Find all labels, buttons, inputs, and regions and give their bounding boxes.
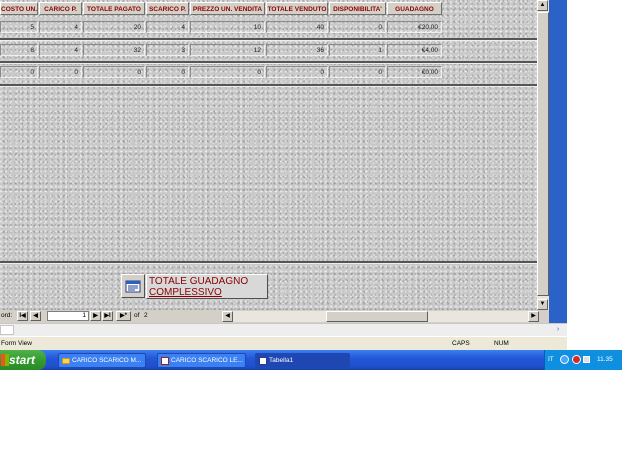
- new-record-button[interactable]: ▶*: [116, 311, 131, 321]
- outer-horizontal-scrollbar[interactable]: ›: [0, 323, 567, 337]
- form-footer-separator: [0, 261, 537, 264]
- total-profit-button[interactable]: [121, 274, 145, 298]
- costo-un-field[interactable]: 8: [0, 44, 38, 56]
- form-detail-area: COSTO UN. CARICO P. TOTALE PAGATO SCARIC…: [0, 0, 537, 310]
- prezzo-un-vendita-field[interactable]: 12: [190, 44, 265, 56]
- folder-icon: [62, 358, 70, 364]
- costo-un-field[interactable]: 5: [0, 21, 38, 33]
- column-header-scarico-p: SCARICO P.: [146, 2, 189, 15]
- system-tray: IT 11.35: [544, 350, 622, 370]
- window-frame-edge: [549, 0, 567, 336]
- form-icon: [259, 357, 267, 365]
- column-header-totale-pagato: TOTALE PAGATO: [83, 2, 145, 15]
- scroll-down-button[interactable]: ▼: [537, 299, 548, 310]
- previous-record-button[interactable]: ◀: [30, 311, 41, 321]
- scrollbar-thumb[interactable]: [537, 12, 549, 296]
- totale-pagato-field[interactable]: 32: [83, 44, 145, 56]
- costo-un-field[interactable]: 0: [0, 66, 38, 78]
- scarico-p-field[interactable]: 0: [146, 66, 189, 78]
- num-indicator: NUM: [494, 340, 509, 347]
- column-header-totale-venduto: TOTALE VENDUTO: [266, 2, 328, 15]
- form-icon: [125, 280, 141, 293]
- volume-icon[interactable]: [583, 356, 590, 363]
- record-navigation-bar: ord: I◀ ◀ 1 ▶ ▶I ▶* of 2 ◀ ▶: [0, 310, 549, 323]
- status-view-label: Form View: [1, 340, 32, 347]
- record-of-label: of: [134, 312, 140, 319]
- scarico-p-field[interactable]: 4: [146, 21, 189, 33]
- record-label: ord:: [1, 312, 13, 319]
- totale-pagato-field[interactable]: 0: [83, 66, 145, 78]
- carico-p-field[interactable]: 0: [39, 66, 82, 78]
- column-header-guadagno: GUADAGNO: [387, 2, 442, 15]
- security-alert-icon[interactable]: [572, 355, 581, 364]
- outer-scrollbar-thumb[interactable]: [0, 325, 14, 335]
- totale-venduto-field[interactable]: 36: [266, 44, 328, 56]
- windows-logo-icon: [1, 354, 9, 366]
- guadagno-field[interactable]: €4,00: [387, 44, 442, 56]
- column-header-disponibilita: DISPONIBILITA': [329, 2, 386, 15]
- taskbar-item-folder[interactable]: CARICO SCARICO M...: [58, 353, 146, 368]
- last-record-button[interactable]: ▶I: [102, 311, 113, 321]
- database-icon: [161, 357, 169, 365]
- column-header-carico-p: CARICO P.: [39, 2, 82, 15]
- taskbar: start CARICO SCARICO M... CARICO SCARICO…: [0, 350, 622, 370]
- column-header-prezzo-un-vendita: PREZZO UN. VENDITA: [190, 2, 265, 15]
- caps-indicator: CAPS: [452, 340, 470, 347]
- language-indicator[interactable]: IT: [548, 350, 554, 370]
- horizontal-scrollbar[interactable]: ◀ ▶: [222, 311, 539, 322]
- guadagno-field[interactable]: €0,00: [387, 66, 442, 78]
- totale-venduto-field[interactable]: 0: [266, 66, 328, 78]
- next-record-button[interactable]: ▶: [90, 311, 101, 321]
- disponibilita-field[interactable]: 0: [329, 66, 386, 78]
- prezzo-un-vendita-field[interactable]: 0: [190, 66, 265, 78]
- row-separator: [0, 38, 537, 41]
- guadagno-field[interactable]: €20,00: [387, 21, 442, 33]
- disponibilita-field[interactable]: 1: [329, 44, 386, 56]
- prezzo-un-vendita-field[interactable]: 10: [190, 21, 265, 33]
- record-number-input[interactable]: 1: [47, 311, 89, 321]
- outer-scroll-right-button[interactable]: ›: [552, 325, 564, 335]
- network-icon[interactable]: [560, 355, 569, 364]
- horizontal-scrollbar-thumb[interactable]: [326, 311, 428, 322]
- totale-venduto-field[interactable]: 40: [266, 21, 328, 33]
- start-button[interactable]: start: [0, 350, 46, 370]
- total-profit-label[interactable]: TOTALE GUADAGNO COMPLESSIVO: [146, 274, 268, 299]
- scroll-right-button[interactable]: ▶: [528, 311, 539, 322]
- row-separator: [0, 84, 537, 87]
- totale-pagato-field[interactable]: 20: [83, 21, 145, 33]
- clock[interactable]: 11.35: [597, 350, 613, 370]
- taskbar-item-access-database[interactable]: CARICO SCARICO LE...: [157, 353, 246, 368]
- carico-p-field[interactable]: 4: [39, 21, 82, 33]
- scarico-p-field[interactable]: 3: [146, 44, 189, 56]
- first-record-button[interactable]: I◀: [17, 311, 28, 321]
- record-total-count: 2: [144, 312, 148, 319]
- carico-p-field[interactable]: 4: [39, 44, 82, 56]
- status-bar: Form View CAPS NUM: [0, 336, 567, 351]
- disponibilita-field[interactable]: 0: [329, 21, 386, 33]
- row-separator: [0, 61, 537, 64]
- scroll-left-button[interactable]: ◀: [222, 311, 233, 322]
- column-header-costo-un: COSTO UN.: [0, 2, 38, 15]
- taskbar-item-table[interactable]: Tabella1: [255, 353, 350, 368]
- scroll-up-button[interactable]: ▲: [537, 0, 548, 11]
